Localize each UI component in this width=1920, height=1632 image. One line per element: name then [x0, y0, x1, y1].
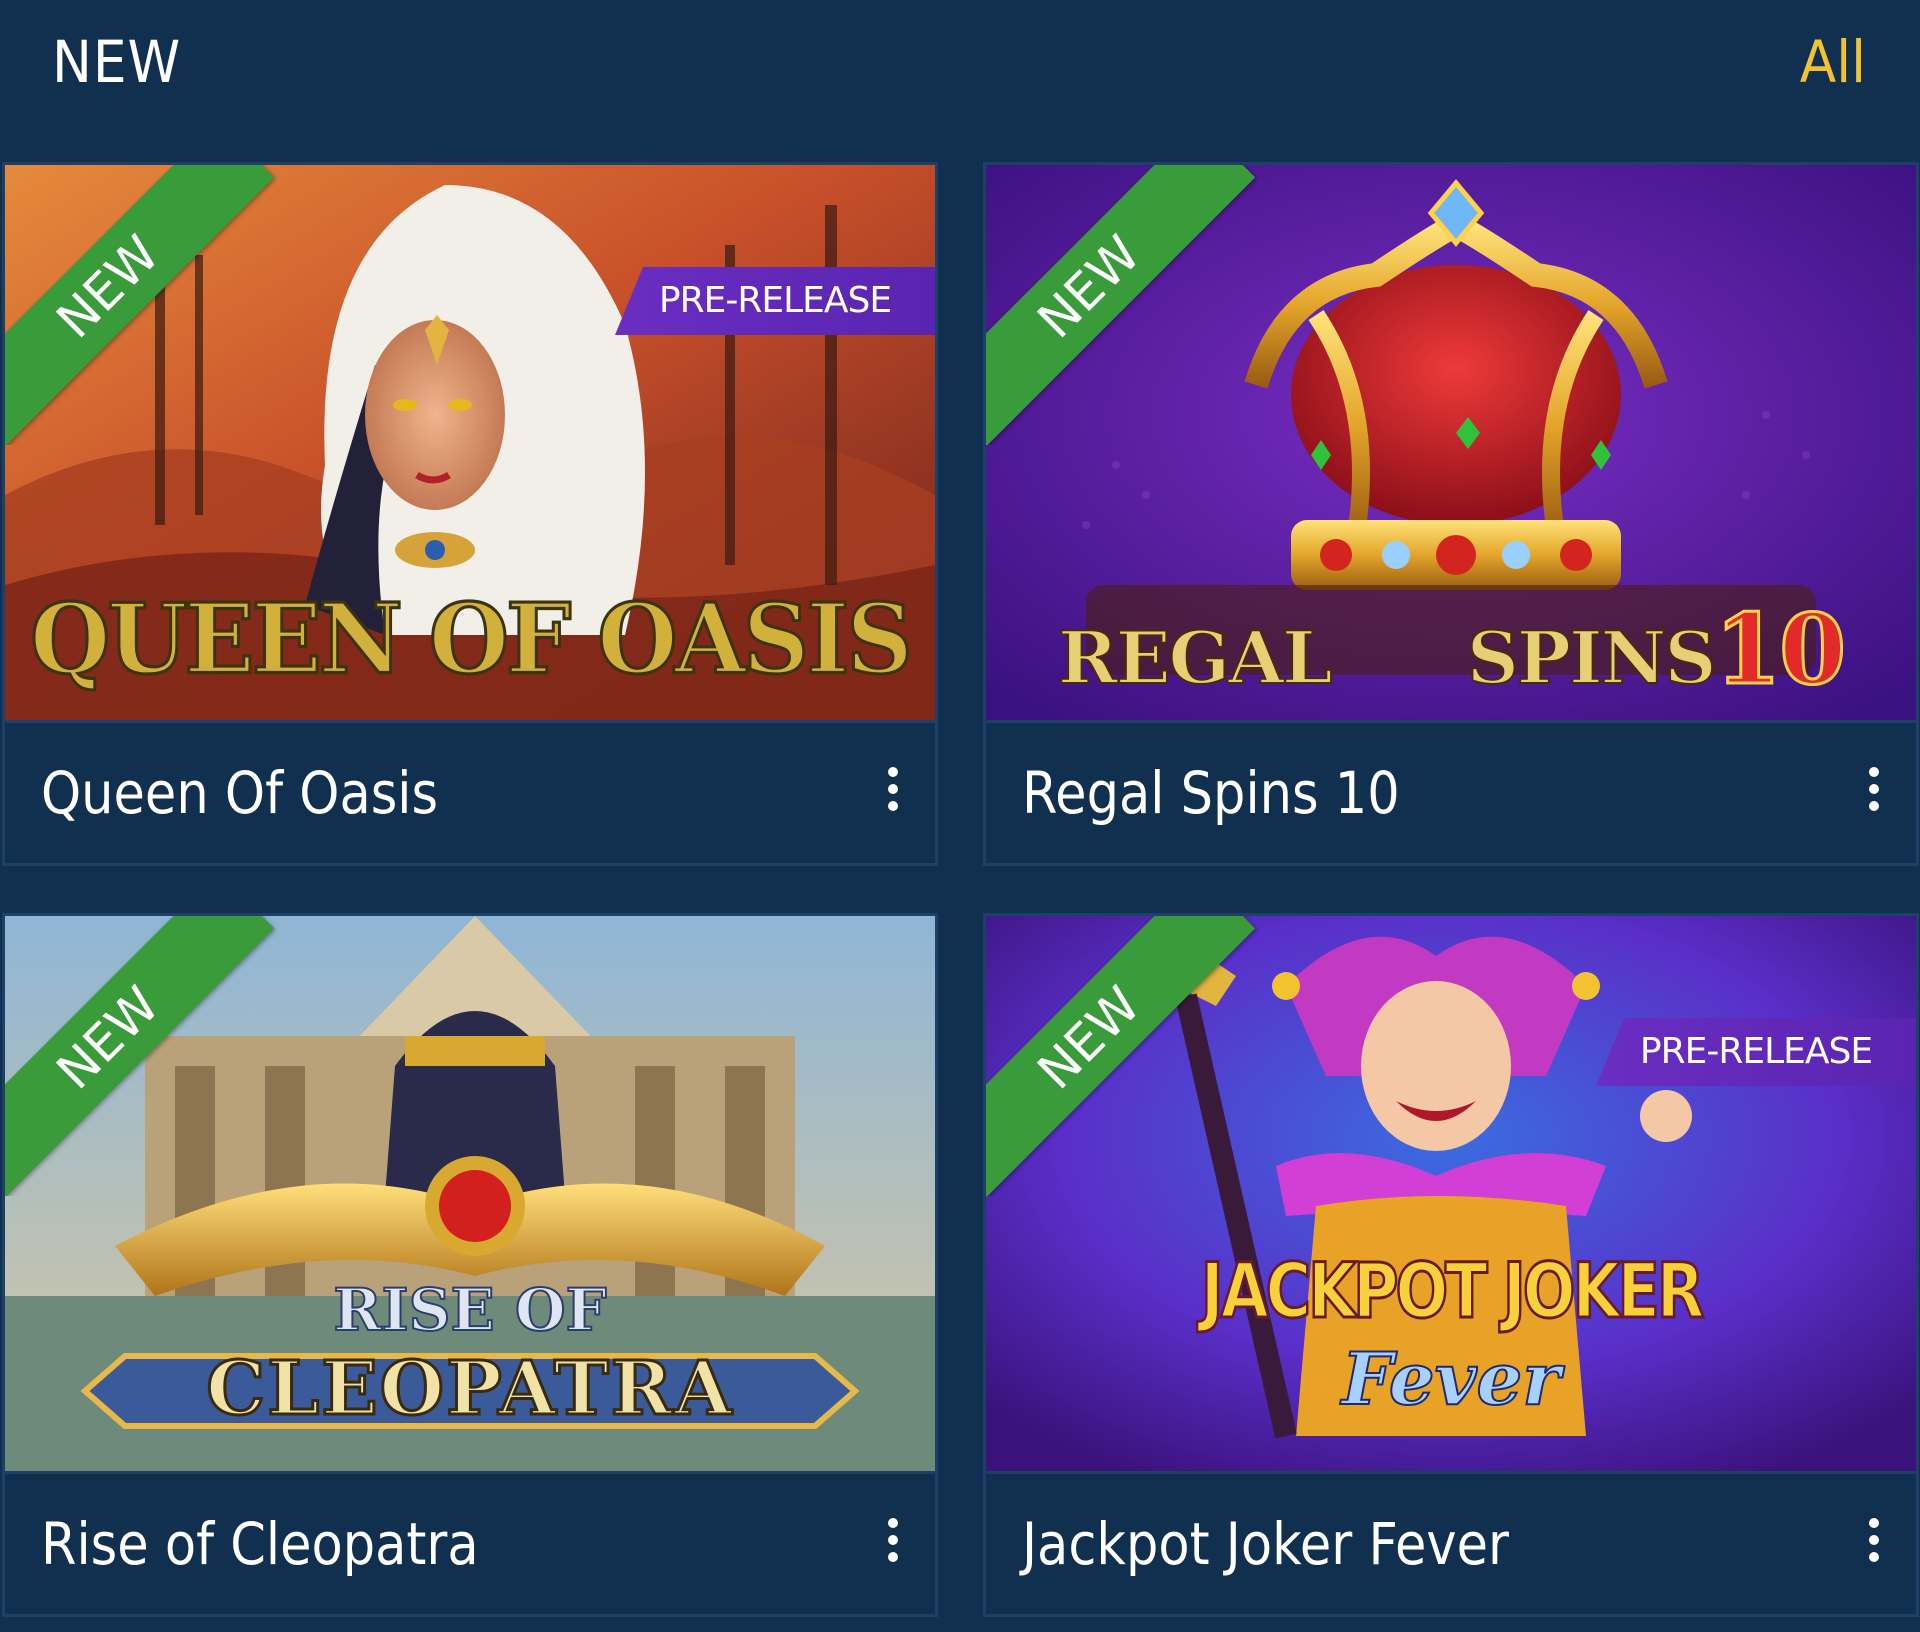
game-logo-line2: Fever — [1341, 1335, 1562, 1422]
game-logo-line1: RISE OF — [332, 1275, 607, 1345]
game-card-regal-spins-10[interactable]: REGAL SPINS10 NEW Regal Spins 10 — [983, 162, 1919, 866]
kebab-menu-icon[interactable] — [1868, 767, 1880, 811]
kebab-menu-icon[interactable] — [887, 1518, 899, 1562]
game-title[interactable]: Rise of Cleopatra — [41, 1510, 479, 1578]
pre-release-badge: PRE-RELEASE — [1596, 1018, 1916, 1086]
kebab-menu-icon[interactable] — [887, 767, 899, 811]
section-title: NEW — [52, 28, 182, 96]
game-title[interactable]: Jackpot Joker Fever — [1022, 1510, 1509, 1578]
section-header: NEW All — [0, 0, 1920, 160]
kebab-menu-icon[interactable] — [1868, 1518, 1880, 1562]
game-logo: REGAL SPINS10 — [1057, 592, 1848, 708]
game-logo-line1: JACKPOT JOKER — [1199, 1245, 1705, 1337]
game-title[interactable]: Queen Of Oasis — [41, 759, 438, 827]
new-games-section: NEW All QUEEN OF OASIS NEW PRE-RELEASE Q… — [0, 0, 1920, 1632]
view-all-link[interactable]: All — [1800, 28, 1866, 96]
card-footer: Jackpot Joker Fever — [986, 1471, 1916, 1611]
game-thumbnail[interactable]: RISE OF CLEOPATRA NEW — [5, 916, 935, 1471]
game-thumbnail[interactable]: REGAL SPINS10 NEW — [986, 165, 1916, 720]
game-card-jackpot-joker-fever[interactable]: JACKPOT JOKER Fever NEW PRE-RELEASE Jack… — [983, 913, 1919, 1617]
card-footer: Rise of Cleopatra — [5, 1471, 935, 1611]
card-footer: Queen Of Oasis — [5, 720, 935, 860]
game-thumbnail[interactable]: JACKPOT JOKER Fever NEW PRE-RELEASE — [986, 916, 1916, 1471]
game-logo-line2: CLEOPATRA — [205, 1345, 734, 1434]
game-card-queen-of-oasis[interactable]: QUEEN OF OASIS NEW PRE-RELEASE Queen Of … — [2, 162, 938, 866]
game-title[interactable]: Regal Spins 10 — [1022, 759, 1400, 827]
card-footer: Regal Spins 10 — [986, 720, 1916, 860]
game-card-rise-of-cleopatra[interactable]: RISE OF CLEOPATRA NEW Rise of Cleopatra — [2, 913, 938, 1617]
pre-release-badge: PRE-RELEASE — [615, 267, 935, 335]
game-logo: QUEEN OF OASIS — [29, 581, 915, 698]
game-thumbnail[interactable]: QUEEN OF OASIS NEW PRE-RELEASE — [5, 165, 935, 720]
